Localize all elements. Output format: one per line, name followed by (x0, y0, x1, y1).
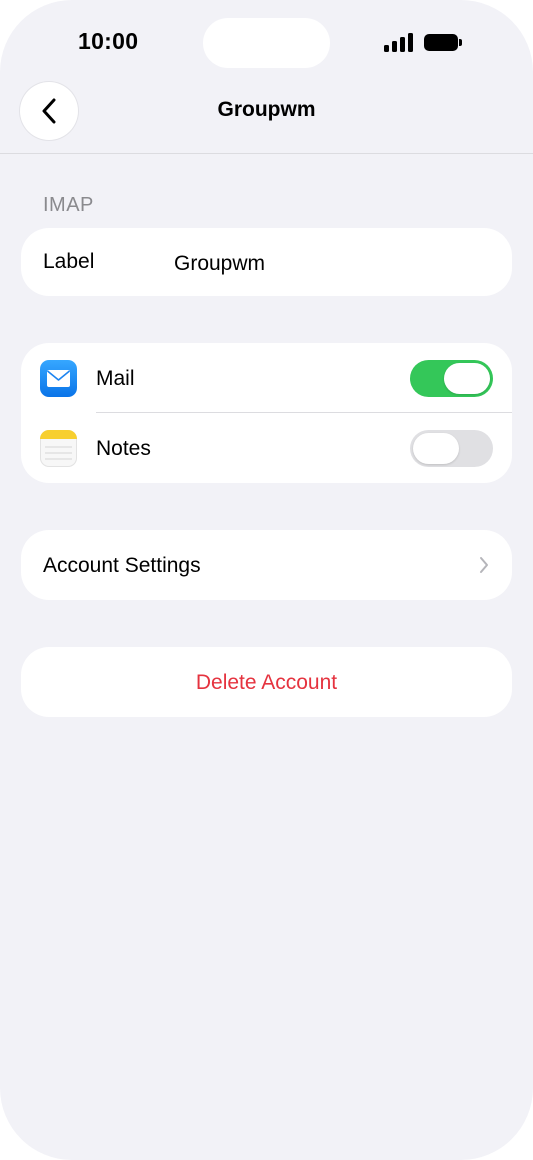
notes-toggle[interactable] (410, 430, 493, 467)
chevron-right-icon (480, 557, 488, 573)
notes-row: Notes (21, 413, 512, 483)
mail-icon (40, 360, 77, 397)
page-title: Groupwm (217, 98, 316, 121)
signal-icon (384, 33, 414, 53)
label-row[interactable]: Label Groupwm (21, 228, 512, 296)
delete-account-label: Delete Account (195, 671, 338, 694)
status-time: 10:00 (78, 28, 139, 54)
label-title: Label (43, 250, 95, 273)
mail-label: Mail (96, 367, 135, 390)
section-header-imap: IMAP (43, 194, 94, 216)
delete-account-button[interactable]: Delete Account (21, 647, 512, 717)
account-settings-row[interactable]: Account Settings (21, 530, 512, 600)
notes-icon (40, 430, 77, 467)
settings-screen: 10:00 Groupwm IMAP Label Groupwm Mail No… (0, 0, 533, 1160)
dynamic-island (203, 18, 330, 68)
toggle-knob (413, 433, 459, 464)
apps-group: Mail Notes (21, 343, 512, 483)
battery-icon (424, 33, 464, 53)
notes-label: Notes (96, 437, 151, 460)
account-settings-label: Account Settings (43, 554, 201, 577)
toggle-knob (444, 363, 490, 394)
label-value-field[interactable]: Groupwm (174, 252, 265, 276)
mail-row: Mail (21, 343, 512, 413)
nav-divider (0, 153, 533, 154)
mail-toggle[interactable] (410, 360, 493, 397)
